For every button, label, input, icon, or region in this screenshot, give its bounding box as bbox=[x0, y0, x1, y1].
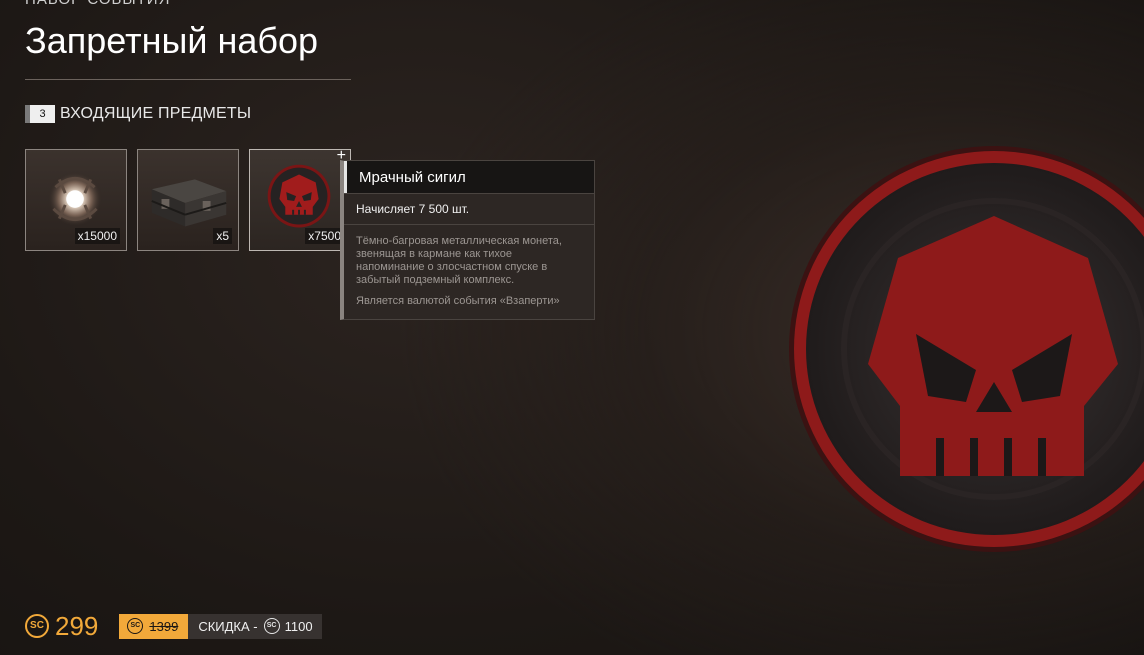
item-tile-crate[interactable]: x5 bbox=[137, 149, 239, 251]
event-bundle-label: НАБОР СОБЫТИЯ bbox=[25, 0, 170, 8]
item-tooltip: Мрачный сигил Начисляет 7 500 шт. Тёмно-… bbox=[340, 160, 595, 320]
tooltip-description: Тёмно-багровая металлическая монета, зве… bbox=[356, 235, 562, 286]
included-items-label: ВХОДЯЩИЕ ПРЕДМЕТЫ bbox=[60, 105, 252, 122]
price-row: SC 299 SC 1399 СКИДКА - SC 1100 bbox=[25, 611, 322, 641]
sc-currency-icon: SC bbox=[263, 618, 280, 634]
item-tile-sigil[interactable]: + x7500 bbox=[249, 149, 351, 251]
discount-info: СКИДКА - SC 1100 bbox=[188, 618, 321, 634]
sigil-preview-image bbox=[789, 146, 1144, 552]
items-list: x15000 x5 + x7500 bbox=[25, 149, 351, 251]
discount-badge: SC 1399 СКИДКА - SC 1100 bbox=[119, 613, 322, 639]
tooltip-subtitle: Начисляет 7 500 шт. bbox=[344, 193, 594, 225]
discount-amount: 1100 bbox=[284, 618, 313, 634]
item-quantity: x15000 bbox=[74, 228, 120, 244]
item-quantity: x7500 bbox=[305, 228, 344, 244]
sc-currency-icon: SC bbox=[25, 614, 49, 638]
tooltip-note: Является валютой события «Взаперти» bbox=[356, 295, 560, 307]
tooltip-title: Мрачный сигил bbox=[344, 161, 594, 193]
page-title: Запретный набор bbox=[25, 20, 319, 61]
old-price-tag: SC 1399 bbox=[119, 613, 189, 639]
item-tile-orb[interactable]: x15000 bbox=[25, 149, 127, 251]
sc-currency-icon: SC bbox=[127, 618, 144, 634]
old-price: 1399 bbox=[149, 618, 179, 634]
included-items-header: 3 ВХОДЯЩИЕ ПРЕДМЕТЫ bbox=[25, 105, 251, 123]
item-quantity: x5 bbox=[213, 228, 232, 244]
items-count-badge: 3 bbox=[25, 105, 55, 123]
current-price: 299 bbox=[55, 611, 99, 641]
discount-label: СКИДКА - bbox=[198, 618, 258, 634]
title-divider bbox=[25, 79, 351, 80]
